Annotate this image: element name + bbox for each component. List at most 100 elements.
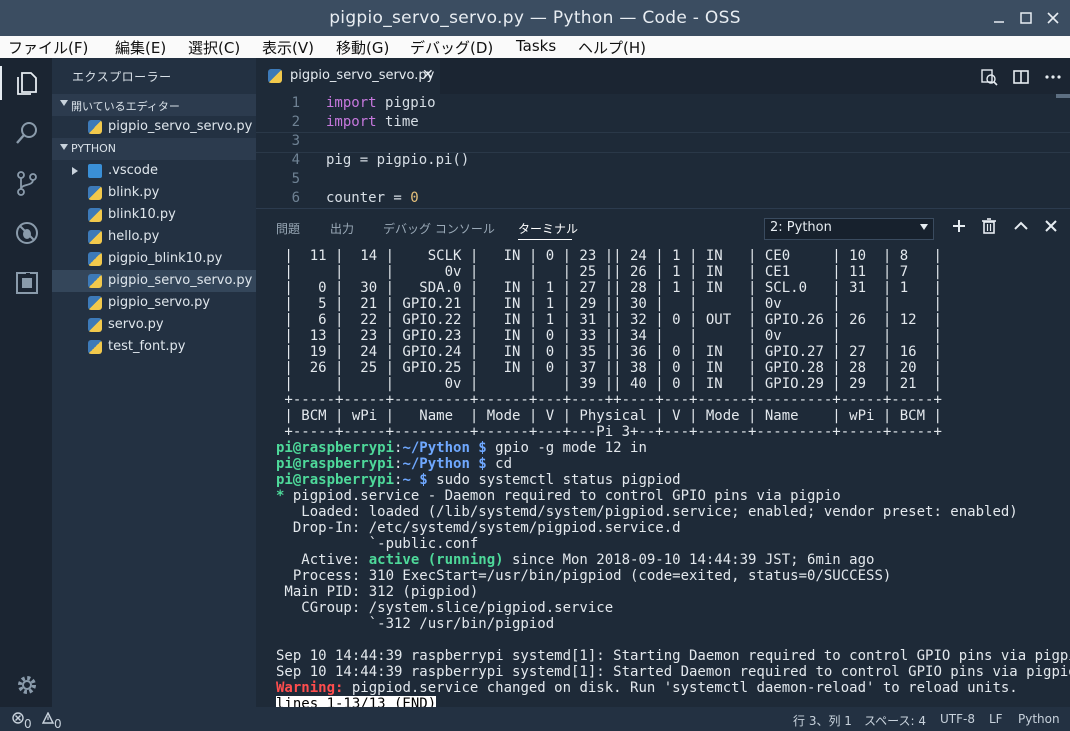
open-changes-icon[interactable] [980,68,998,86]
warning-count: 0 [54,717,62,731]
code-token: counter = [326,190,411,206]
terminal-text: | 19 | 24 | GPIO.24 | IN | 0 | 35 || 36 … [276,344,942,360]
menu-file[interactable]: ファイル(F) [8,37,88,58]
terminal-line: | | | 0v | | | 39 || 40 | 0 | IN | GPIO.… [276,376,942,392]
python-file-icon [88,120,102,134]
search-icon[interactable] [14,120,40,146]
python-file-icon [88,208,102,222]
list-item-file[interactable]: test_font.py [52,336,256,358]
open-editors-section[interactable]: 開いているエディター [52,94,256,116]
trash-icon[interactable] [980,217,998,235]
current-line-highlight [256,132,1070,153]
editor-scrollbar[interactable] [1056,94,1070,98]
more-actions-icon[interactable] [1044,68,1062,86]
terminal-select[interactable]: 2: Python [764,218,934,240]
tab-active-file[interactable]: pigpio_servo_servo.py ✕ [256,58,440,94]
terminal-line: +-----+-----+---------+------+---+---Pi … [276,424,941,440]
terminal-text: | | | 0v | | | 25 || 26 | 1 | IN | CE1 |… [276,264,942,280]
list-item-file[interactable]: blink10.py [52,204,256,226]
list-item-file[interactable]: servo.py [52,314,256,336]
menu-help[interactable]: ヘルプ(H) [578,37,646,58]
terminal-line: | 6 | 22 | GPIO.22 | IN | 1 | 31 || 32 |… [276,312,941,328]
panel-header: 問題 出力 デバッグ コンソール ターミナル 2: Python [256,208,1070,243]
errors-status[interactable]: 0 [12,712,32,731]
minimize-icon[interactable] [990,9,1008,27]
maximize-panel-icon[interactable] [1012,217,1030,235]
python-file-icon [88,340,102,354]
terminal-text: cd [486,456,513,472]
terminal-line: Loaded: loaded (/lib/systemd/system/pigp… [276,504,1017,520]
code-token: time [376,114,419,130]
close-tab-icon[interactable]: ✕ [422,67,434,83]
error-count: 0 [24,717,32,731]
menu-edit[interactable]: 編集(E) [115,37,166,58]
tab-problems[interactable]: 問題 [276,220,300,237]
file-name: blink10.py [108,207,176,222]
tab-debug-console[interactable]: デバッグ コンソール [383,220,495,237]
python-file-icon [268,69,282,83]
terminal-output[interactable]: | 11 | 14 | SCLK | IN | 0 | 23 || 24 | 1… [256,242,1070,712]
terminal-line: CGroup: /system.slice/pigpiod.service [276,600,613,616]
line-number: 3 [291,133,300,149]
menu-debug[interactable]: デバッグ(D) [410,37,493,58]
file-name: servo.py [108,317,164,332]
code-editor[interactable]: 1 2 3 4 5 6 import pigpio import time pig … [256,94,1070,208]
encoding-status[interactable]: UTF-8 [940,712,975,726]
terminal-line: | | | 0v | | | 25 || 26 | 1 | IN | CE1 |… [276,264,942,280]
list-item-file[interactable]: pigpio_blink10.py [52,248,256,270]
tab-output[interactable]: 出力 [330,220,354,237]
terminal-line: pi@raspberrypi:~/Python $ gpio -g mode 1… [276,440,647,456]
code-token: import [326,95,377,111]
close-window-icon[interactable] [1044,9,1062,27]
terminal-line: | 5 | 21 | GPIO.21 | IN | 1 | 29 || 30 |… [276,296,941,312]
settings-gear-icon[interactable] [14,672,40,698]
close-panel-icon[interactable] [1042,217,1060,235]
activity-bar [0,58,52,707]
menu-go[interactable]: 移動(G) [336,37,389,58]
warnings-status[interactable]: 0 [41,711,62,731]
terminal-text: pi@raspberrypi [276,456,395,472]
title-bar: pigpio_servo_servo.py — Python — Code - … [0,0,1070,36]
terminal-line: `-312 /usr/bin/pigpiod [276,616,554,632]
terminal-text: Warning: [276,680,344,696]
list-item-file[interactable]: hello.py [52,226,256,248]
terminal-text: pi@raspberrypi [276,472,395,488]
cursor-position[interactable]: 行 3、列 1 [793,712,852,729]
terminal-line: Sep 10 14:44:39 raspberrypi systemd[1]: … [276,664,1070,680]
terminal-text: +-----+-----+---------+------+---+----++… [276,392,942,408]
terminal-line: `-public.conf [276,536,479,552]
menu-bar: ファイル(F) 編集(E) 選択(C) 表示(V) 移動(G) デバッグ(D) … [0,36,1070,58]
error-icon [12,712,24,724]
tab-label: pigpio_servo_servo.py [290,68,435,83]
list-item-file-selected[interactable]: pigpio_servo_servo.py [52,270,256,292]
terminal-text: sudo systemctl status pigpiod [427,472,681,488]
open-editor-item[interactable]: pigpio_servo_servo.py [52,116,256,138]
python-folder-section[interactable]: PYTHON [52,138,256,160]
list-item-vscode-folder[interactable]: .vscode [52,160,256,182]
indentation-status[interactable]: スペース: 4 [864,712,926,729]
menu-selection[interactable]: 選択(C) [188,37,240,58]
menu-tasks[interactable]: Tasks [516,37,556,55]
menu-view[interactable]: 表示(V) [262,37,314,58]
new-terminal-icon[interactable] [950,217,968,235]
debug-icon[interactable] [14,220,40,246]
status-bar: 0 0 行 3、列 1 スペース: 4 UTF-8 LF Python [0,707,1070,731]
eol-status[interactable]: LF [989,712,1003,726]
source-control-icon[interactable] [14,170,40,196]
language-mode[interactable]: Python [1018,712,1060,726]
maximize-icon[interactable] [1017,9,1035,27]
extensions-icon[interactable] [14,270,40,296]
line-number: 1 [291,95,300,111]
terminal-text: ~ $ [402,472,428,488]
tab-terminal[interactable]: ターミナル [518,220,578,237]
list-item-file[interactable]: blink.py [52,182,256,204]
list-item-file[interactable]: pigpio_servo.py [52,292,256,314]
line-number: 4 [291,152,300,168]
terminal-line: pi@raspberrypi:~ $ sudo systemctl status… [276,472,681,488]
terminal-line: * pigpiod.service - Daemon required to c… [276,488,841,504]
code-line: import pigpio [326,95,436,111]
split-editor-icon[interactable] [1012,68,1030,86]
terminal-text: | | | 0v | | | 39 || 40 | 0 | IN | GPIO.… [276,376,942,392]
explorer-icon[interactable] [14,70,40,96]
terminal-line: | BCM | wPi | Name | Mode | V | Physical… [276,408,941,424]
